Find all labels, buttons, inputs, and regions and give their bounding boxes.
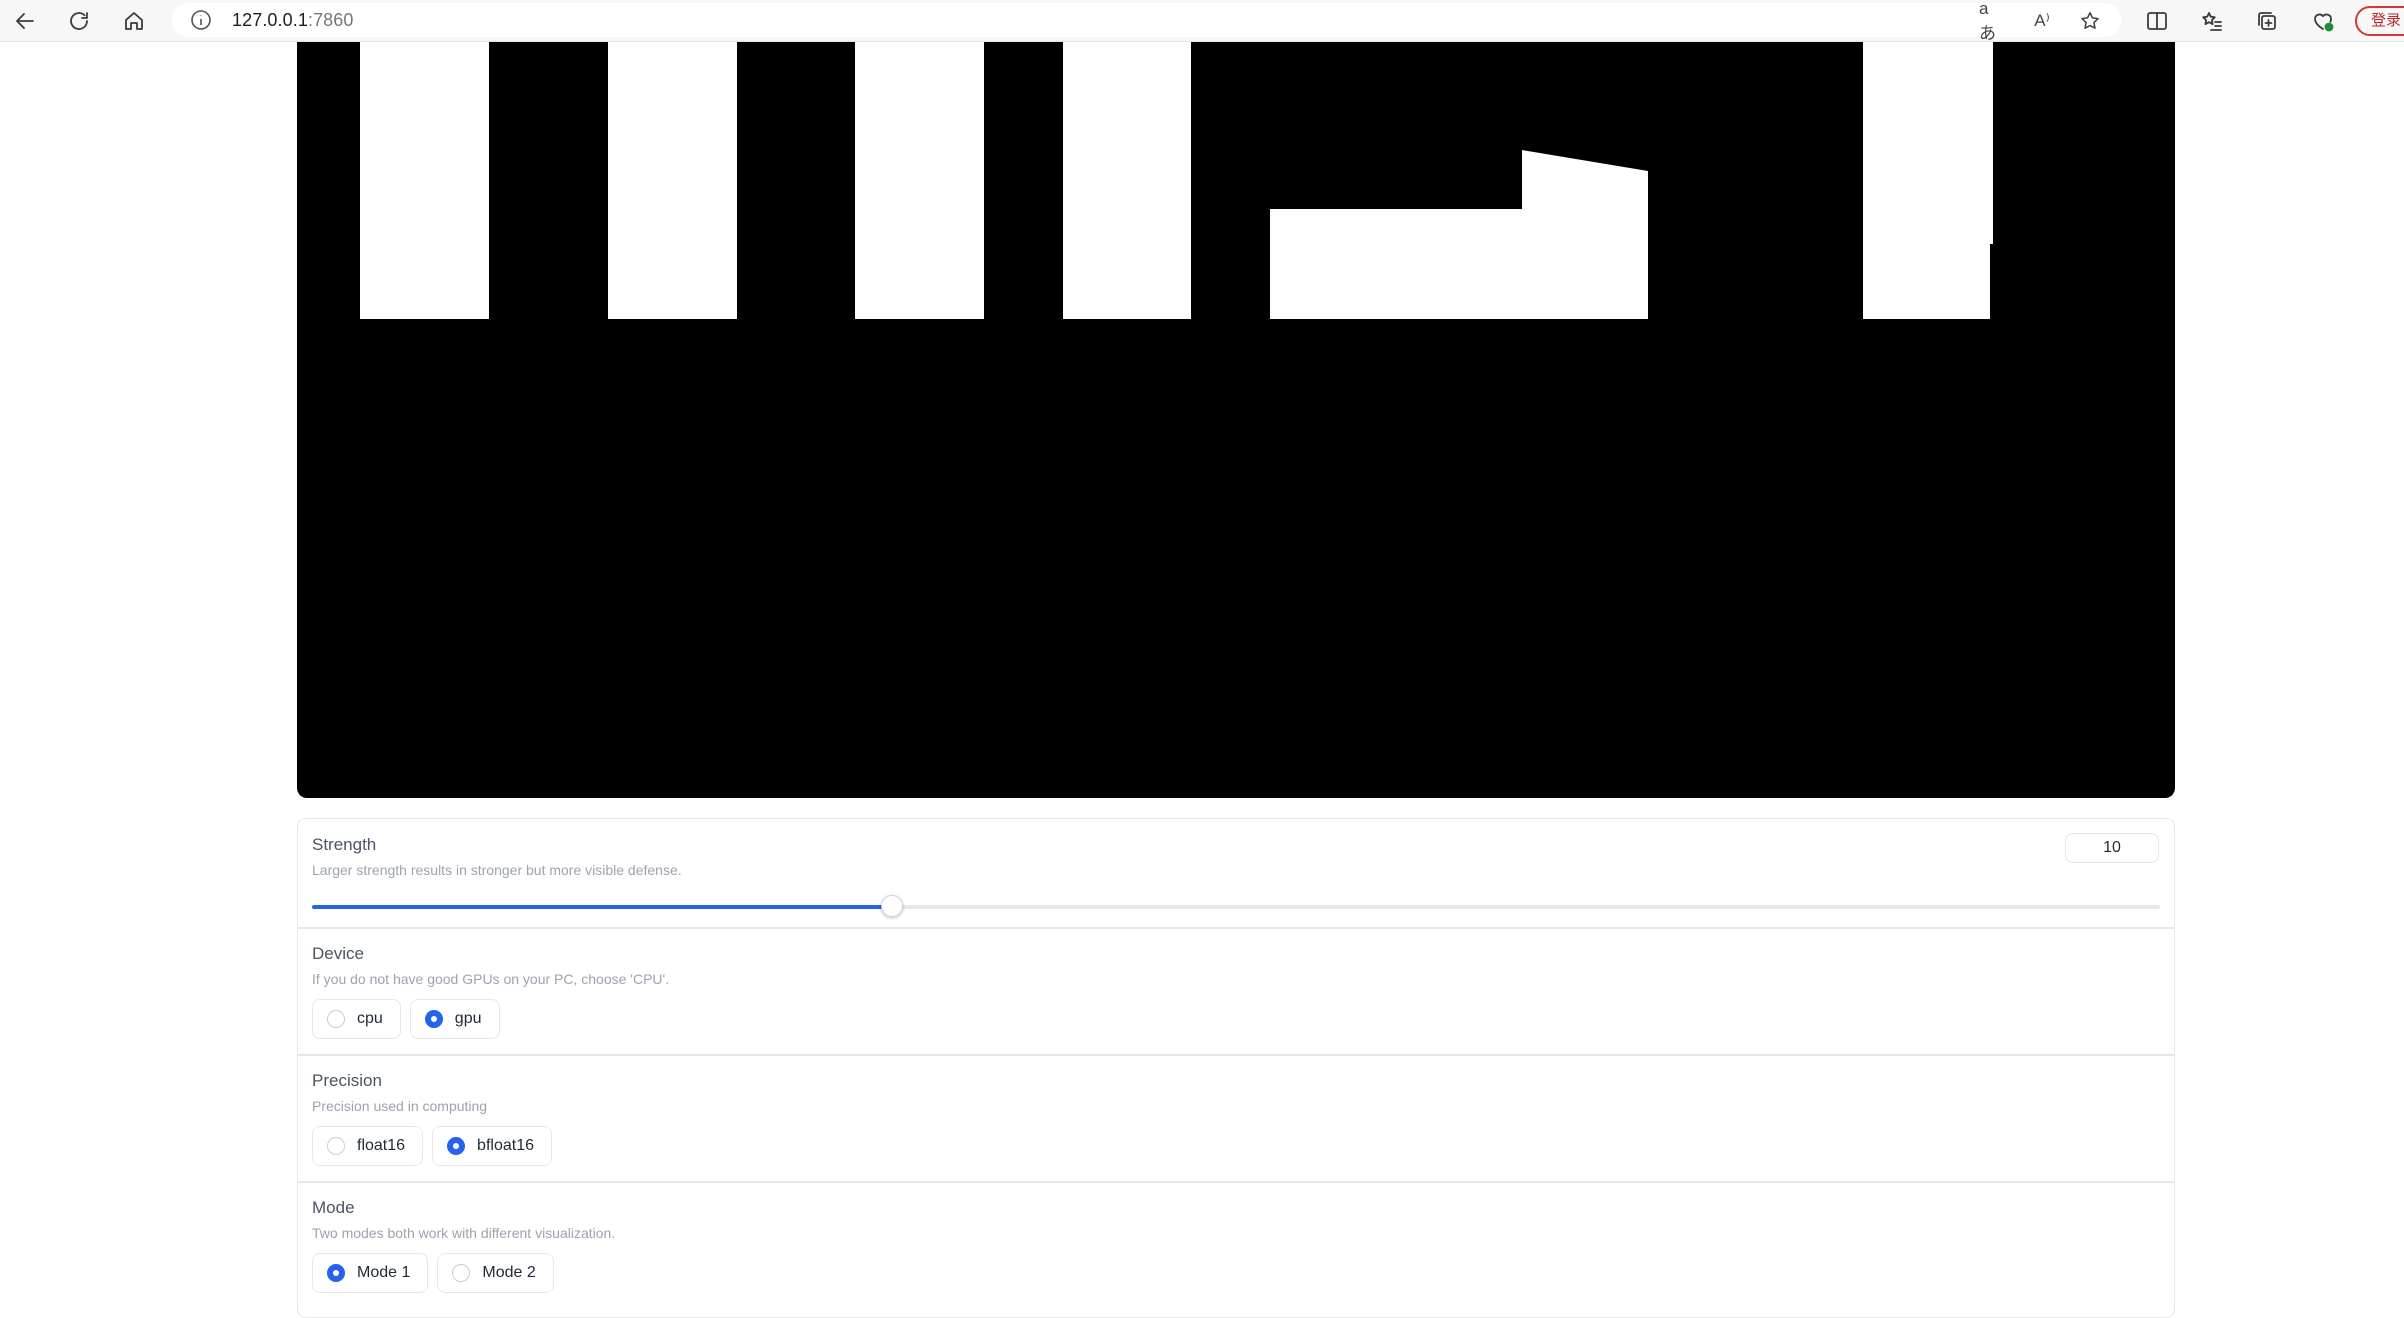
mode-radio-group: Mode 1 Mode 2 [312,1253,554,1293]
precision-label: Precision [312,1071,382,1090]
device-block: Device If you do not have good GPUs on y… [298,929,2174,1053]
radio-circle-icon[interactable] [424,1010,443,1028]
device-option-gpu[interactable]: gpu [409,999,500,1039]
radio-label: Mode 2 [482,1264,536,1281]
url-port: :7860 [307,10,354,30]
refresh-icon[interactable] [62,4,96,38]
read-aloud-icon[interactable]: A⁾ [2029,8,2055,34]
radio-circle-icon[interactable] [447,1137,466,1155]
radio-circle-icon[interactable] [327,1010,345,1028]
mode-option-2[interactable]: Mode 2 [437,1253,554,1293]
strength-info: Larger strength results in stronger but … [312,862,682,878]
strength-slider[interactable] [312,895,2160,917]
radio-circle-icon[interactable] [327,1264,345,1282]
login-button[interactable]: 登录 [2355,6,2404,36]
mask-image-preview [297,42,2175,798]
settings-panel: Strength Larger strength results in stro… [297,818,2175,1318]
browser-essentials-icon[interactable] [2306,4,2340,38]
strength-label: Strength [312,835,377,854]
collections-icon[interactable] [2250,4,2284,38]
precision-info: Precision used in computing [312,1098,488,1114]
address-bar[interactable]: 127.0.0.1:7860 aあ A⁾ [172,0,2122,43]
radio-label: gpu [454,1010,482,1027]
device-radio-group: cpu gpu [312,999,500,1039]
strength-block: Strength Larger strength results in stro… [298,819,2174,927]
device-info: If you do not have good GPUs on your PC,… [312,971,670,987]
radio-label: float16 [357,1137,406,1154]
url-text: 127.0.0.1:7860 [232,10,354,31]
browser-toolbar: 127.0.0.1:7860 aあ A⁾ 登录 [0,0,2404,43]
precision-block: Precision Precision used in computing fl… [298,1056,2174,1180]
radio-label: bfloat16 [477,1137,534,1154]
home-icon[interactable] [117,4,151,38]
mask-white-polygons [1270,42,1993,319]
mask-white-polygon [1863,42,1993,319]
mode-label: Mode [312,1198,355,1217]
translate-icon[interactable]: aあ [1979,0,2005,43]
split-screen-icon[interactable] [2140,4,2174,38]
mode-option-1[interactable]: Mode 1 [312,1253,429,1293]
strength-number-input[interactable]: 10 [2065,833,2159,863]
back-arrow-icon[interactable] [8,4,42,38]
favorites-list-icon[interactable] [2195,4,2229,38]
site-info-icon[interactable] [190,9,212,31]
radio-label: cpu [357,1010,383,1027]
device-label: Device [312,944,364,963]
favorite-star-icon[interactable] [2077,8,2103,34]
mode-info: Two modes both work with different visua… [312,1225,616,1241]
url-host: 127.0.0.1 [232,10,308,30]
mask-white-polygon [1270,150,1648,319]
radio-label: Mode 1 [357,1264,411,1281]
precision-option-float16[interactable]: float16 [312,1126,424,1166]
mode-block: Mode Two modes both work with different … [298,1183,2174,1307]
radio-circle-icon[interactable] [327,1137,345,1155]
strength-slider-fill [312,905,893,909]
radio-circle-icon[interactable] [452,1264,471,1282]
strength-slider-thumb[interactable] [881,895,904,917]
device-option-cpu[interactable]: cpu [312,999,401,1039]
precision-radio-group: float16 bfloat16 [312,1126,552,1166]
precision-option-bfloat16[interactable]: bfloat16 [432,1126,552,1166]
